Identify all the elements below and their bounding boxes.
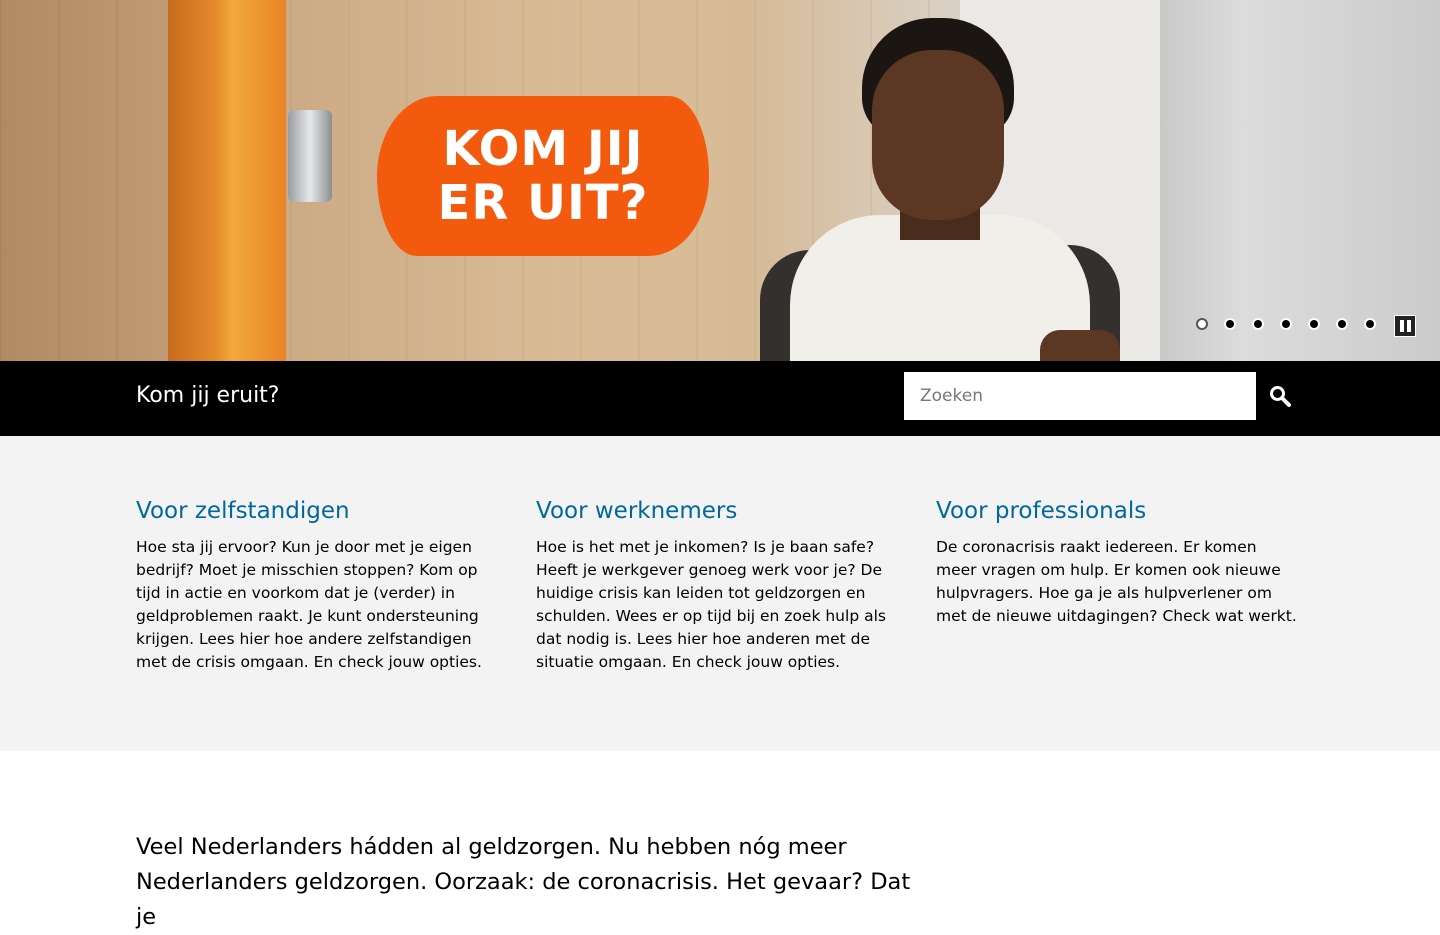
- audience-cards: Voor zelfstandigen Hoe sta jij ervoor? K…: [0, 436, 1440, 751]
- search-button[interactable]: [1256, 372, 1304, 420]
- card-text: Hoe sta jij ervoor? Kun je door met je e…: [136, 538, 482, 671]
- card-text: Hoe is het met je inkomen? Is je baan sa…: [536, 538, 886, 671]
- hero-person-photo: [760, 0, 1120, 361]
- card-title[interactable]: Voor werknemers: [536, 498, 900, 524]
- card-text: De coronacrisis raakt iedereen. Er komen…: [936, 538, 1297, 625]
- carousel-dot-3[interactable]: [1252, 318, 1264, 330]
- carousel-dots: [1196, 318, 1376, 330]
- search-icon: [1270, 386, 1291, 407]
- card-title[interactable]: Voor professionals: [936, 498, 1300, 524]
- card-title[interactable]: Voor zelfstandigen: [136, 498, 500, 524]
- header-bar: Kom jij eruit?: [0, 361, 1440, 436]
- carousel-dot-7[interactable]: [1364, 318, 1376, 330]
- door-frame: [168, 0, 286, 361]
- door-handle: [288, 110, 332, 202]
- card-professionals: Voor professionals De coronacrisis raakt…: [936, 498, 1300, 628]
- hero-badge-text: KOM JIJ ER UIT?: [437, 121, 649, 231]
- wall-right: [1160, 0, 1440, 361]
- hero-carousel: KOM JIJ ER UIT?: [0, 0, 1440, 361]
- card-zelfstandigen: Voor zelfstandigen Hoe sta jij ervoor? K…: [136, 498, 500, 674]
- search-input[interactable]: [904, 372, 1256, 420]
- site-title[interactable]: Kom jij eruit?: [136, 383, 279, 408]
- hero-badge: KOM JIJ ER UIT?: [377, 96, 709, 256]
- carousel-dot-1[interactable]: [1196, 318, 1208, 330]
- card-werknemers: Voor werknemers Hoe is het met je inkome…: [536, 498, 900, 674]
- intro-text: Veel Nederlanders hádden al geldzorgen. …: [136, 834, 911, 930]
- carousel-dot-4[interactable]: [1280, 318, 1292, 330]
- pause-icon: [1399, 320, 1411, 332]
- pause-button[interactable]: [1394, 315, 1416, 337]
- carousel-dot-5[interactable]: [1308, 318, 1320, 330]
- carousel-dot-2[interactable]: [1224, 318, 1236, 330]
- carousel-dot-6[interactable]: [1336, 318, 1348, 330]
